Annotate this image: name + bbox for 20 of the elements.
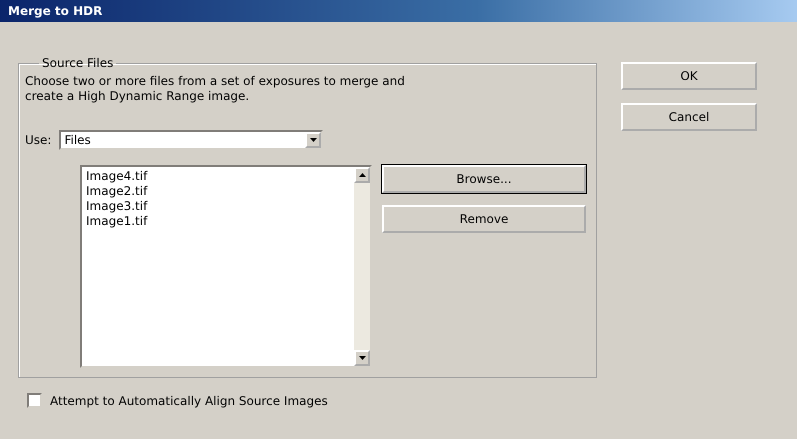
file-item[interactable]: Image4.tif — [86, 169, 350, 184]
file-item[interactable]: Image1.tif — [86, 214, 350, 229]
down-arrow-icon — [310, 138, 317, 142]
use-label: Use: — [25, 133, 52, 147]
file-item[interactable]: Image2.tif — [86, 184, 350, 199]
align-label: Attempt to Automatically Align Source Images — [50, 394, 328, 408]
dialog-button[interactable]: OK — [621, 62, 757, 90]
file-item[interactable]: Image3.tif — [86, 199, 350, 214]
scrollbar[interactable] — [354, 167, 370, 366]
down-arrow-icon — [358, 356, 366, 360]
group-title: Source Files — [41, 56, 114, 70]
dialog-button[interactable]: Cancel — [621, 103, 757, 131]
file-list[interactable]: Image4.tif Image2.tif Image3.tif Image1.tif — [80, 165, 372, 368]
window-title: Merge to HDR — [0, 0, 797, 22]
list-button[interactable]: Browse... — [382, 165, 586, 193]
description-text: Choose two or more files from a set of exposures to merge and create a High Dynamic Range image. — [25, 74, 406, 104]
use-dropdown[interactable]: Files — [59, 130, 324, 150]
up-arrow-icon — [358, 173, 366, 177]
list-button[interactable]: Remove — [382, 205, 586, 233]
align-checkbox[interactable] — [27, 393, 42, 408]
